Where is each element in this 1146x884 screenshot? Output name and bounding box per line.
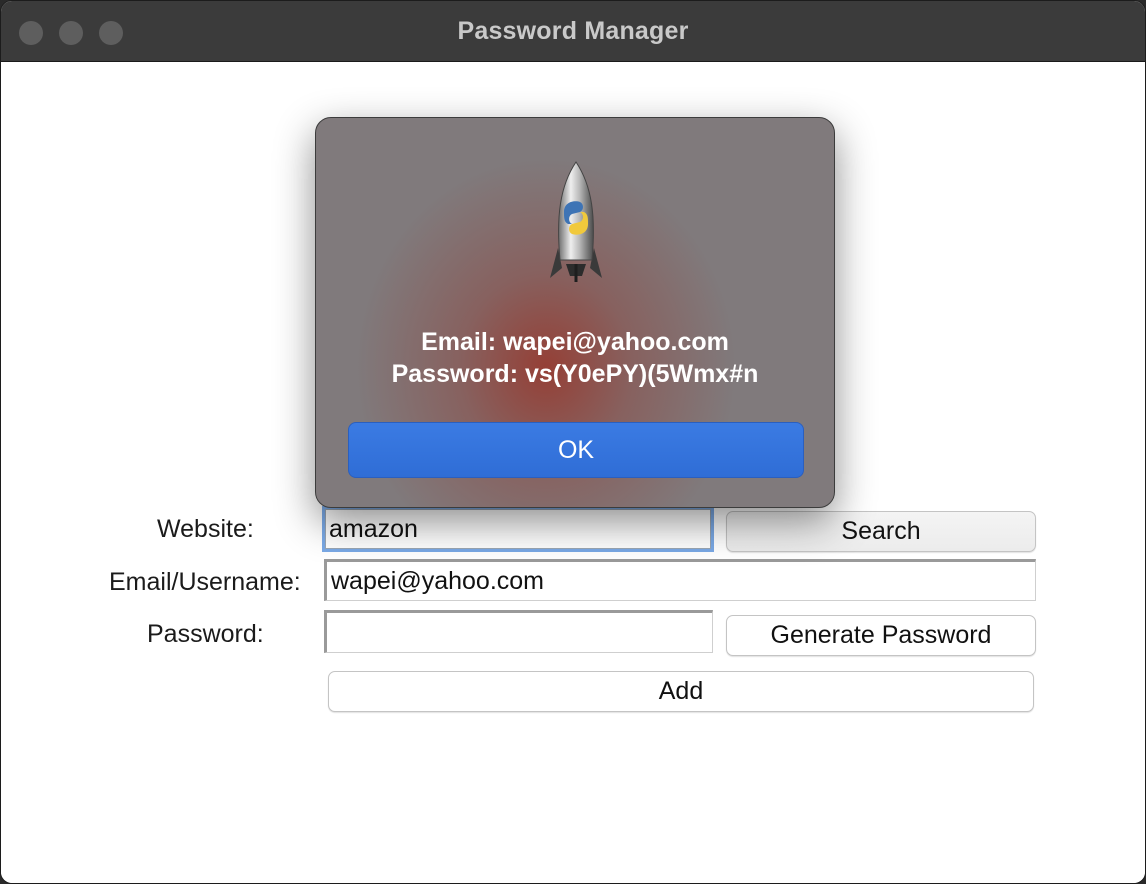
- password-label: Password:: [147, 620, 264, 648]
- python-rocket-launcher-icon: [550, 161, 602, 282]
- dialog-password-text: Password: vs(Y0ePY)(5Wmx#n: [391, 360, 759, 388]
- generate-password-button[interactable]: Generate Password: [726, 615, 1036, 656]
- search-button[interactable]: Search: [726, 511, 1036, 552]
- info-dialog: Email: wapei@yahoo.com Password: vs(Y0eP…: [315, 117, 835, 508]
- add-button[interactable]: Add: [328, 671, 1034, 712]
- dialog-email-text: Email: wapei@yahoo.com: [421, 328, 729, 356]
- website-input[interactable]: [322, 506, 714, 552]
- window-title: Password Manager: [457, 17, 689, 45]
- email-username-input[interactable]: [324, 559, 1036, 601]
- password-input[interactable]: [324, 610, 713, 653]
- app-window: Password Manager Website: Search Email/U…: [0, 0, 1146, 884]
- email-username-label: Email/Username:: [109, 568, 301, 596]
- ok-button[interactable]: OK: [348, 422, 804, 478]
- title-bar[interactable]: Password Manager: [1, 1, 1145, 62]
- website-label: Website:: [157, 515, 254, 543]
